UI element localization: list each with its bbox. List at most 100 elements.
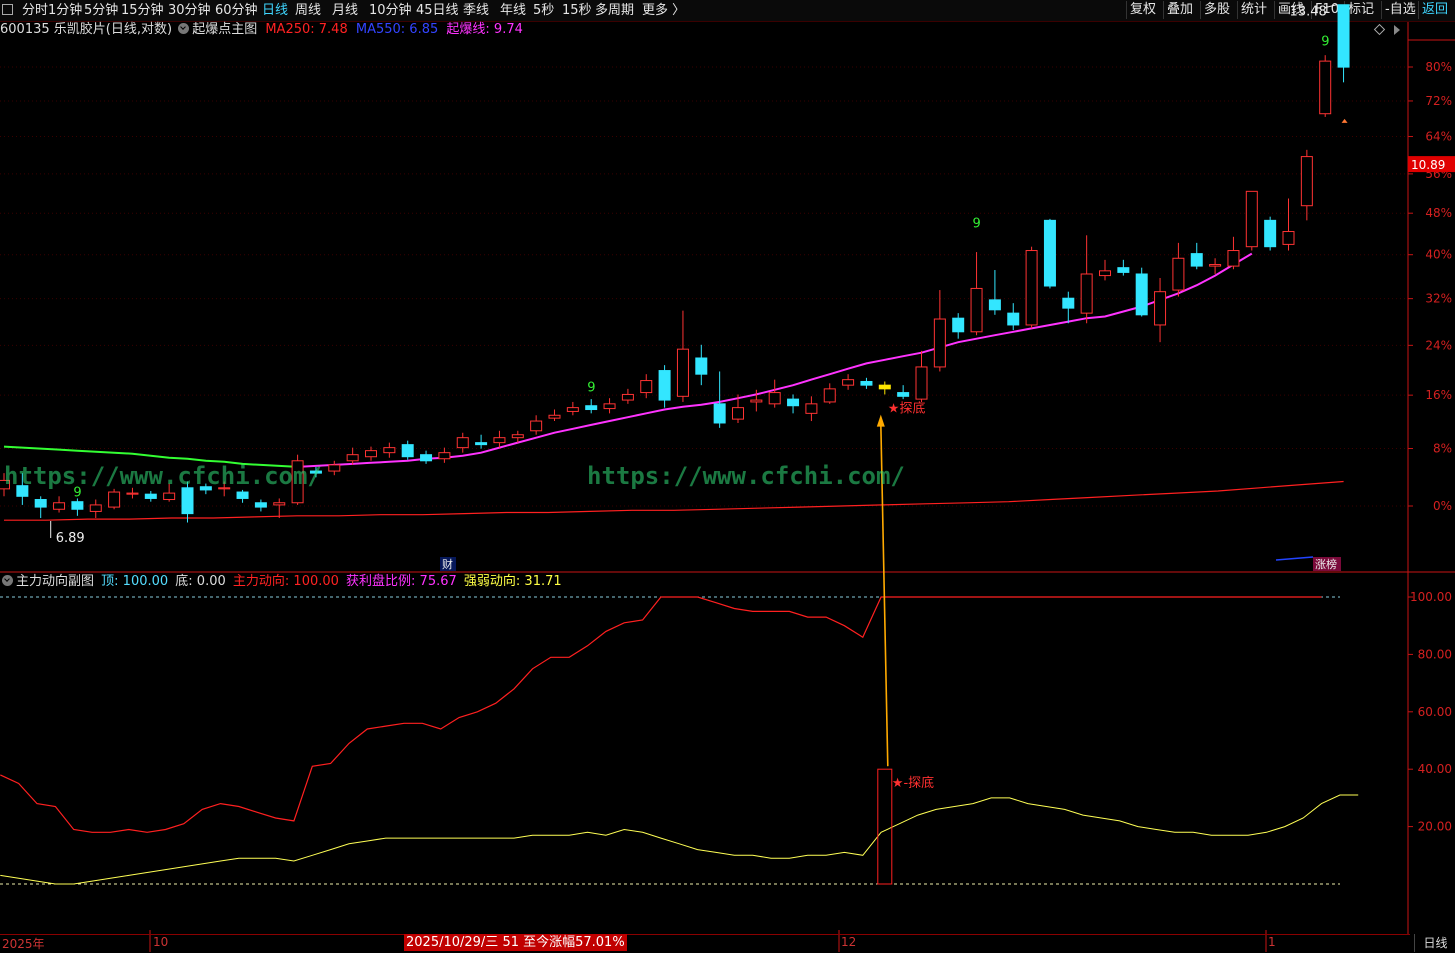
- count-nine-label: 9: [587, 380, 595, 395]
- candle-body: [621, 393, 634, 401]
- candle-body: [1062, 297, 1075, 309]
- candle-body: [1190, 253, 1203, 267]
- candle-body: [805, 403, 818, 414]
- candle-body: [915, 366, 928, 400]
- y-axis-label: 24%: [1425, 338, 1452, 352]
- expand-icon[interactable]: [1394, 25, 1400, 35]
- candle-body: [346, 454, 359, 462]
- candle-body: [933, 318, 946, 368]
- count-nine-label: 9: [973, 217, 981, 232]
- date-tick: 1: [1268, 935, 1276, 949]
- blue-volume-line: [1275, 556, 1314, 561]
- signal-bar: [877, 768, 893, 885]
- diamond-icon[interactable]: [1373, 23, 1386, 36]
- candle-body: [1300, 156, 1313, 207]
- candle-body: [1099, 270, 1111, 277]
- signal-label-sub: ★-探底: [892, 775, 934, 791]
- candle-body: [768, 392, 781, 405]
- y-axis-label: 80%: [1425, 60, 1452, 74]
- marker-triangle: [1341, 118, 1348, 123]
- sub-y-axis-label: 80.00: [1418, 647, 1452, 661]
- candle-body: [878, 384, 891, 390]
- candle-body: [236, 491, 249, 499]
- candle-body: [1025, 250, 1038, 326]
- candle-body: [1154, 291, 1167, 326]
- candle-body: [438, 452, 451, 460]
- candle-body: [676, 348, 689, 397]
- y-axis-label: 48%: [1425, 206, 1452, 220]
- candle-body: [1209, 264, 1222, 267]
- candle-body: [1227, 250, 1240, 267]
- candle-body: [988, 299, 1001, 311]
- candle-body: [787, 398, 800, 407]
- candle-body: [603, 403, 616, 410]
- count-nine-label: 9: [1321, 34, 1329, 49]
- candle-body: [163, 492, 176, 501]
- period-button[interactable]: 日线: [1414, 934, 1455, 952]
- candle-body: [585, 405, 598, 411]
- watermark-left: https://www.cfchi.com/: [4, 462, 322, 490]
- candle-body: [71, 501, 84, 510]
- y-axis-label: 0%: [1433, 499, 1452, 513]
- main-force-line: [0, 596, 1322, 833]
- sub-y-axis-label: 40.00: [1418, 762, 1452, 776]
- fin-badge: 财: [442, 557, 453, 571]
- candle-body: [732, 407, 744, 420]
- candle-body: [713, 403, 726, 424]
- candle-body: [34, 499, 47, 508]
- candle-body: [126, 492, 139, 495]
- candle-body: [53, 502, 66, 510]
- date-tick: 2025年: [2, 937, 45, 951]
- sub-y-axis-label: 20.00: [1418, 820, 1452, 834]
- date-tick: 12: [841, 935, 857, 949]
- candle-body: [842, 379, 855, 386]
- candle-body: [383, 447, 396, 454]
- candle-body: [897, 392, 910, 397]
- watermark-center: https://www.cfchi.com/: [587, 462, 905, 490]
- candle-body: [420, 454, 433, 462]
- signal-label-main: ★探底: [888, 401, 926, 417]
- candle-body: [952, 317, 965, 333]
- candle-body: [823, 388, 836, 403]
- candle-body: [456, 437, 469, 449]
- sub-y-axis-label: 100.00: [1410, 590, 1452, 604]
- date-cursor-label: 2025/10/29/三 51 至今涨幅57.01%: [404, 934, 627, 951]
- ma-magenta-line: [297, 252, 1253, 468]
- candle-body: [144, 493, 157, 499]
- low-price-label: 6.89: [56, 531, 85, 546]
- high-price-label: 13.48: [1290, 5, 1327, 20]
- candle-body: [1117, 267, 1130, 273]
- candle-body: [658, 370, 671, 401]
- candle-body: [1264, 219, 1277, 248]
- candle-body: [328, 464, 341, 472]
- candle-body: [1135, 273, 1148, 316]
- candle-body: [530, 420, 543, 432]
- candle-body: [1080, 273, 1093, 314]
- candle-body: [273, 502, 286, 506]
- candle-body: [970, 287, 983, 333]
- y-axis-label: 16%: [1425, 388, 1452, 402]
- candle-body: [511, 434, 524, 439]
- candle-body: [493, 437, 506, 444]
- y-axis-label: 72%: [1425, 94, 1452, 108]
- candle-body: [401, 444, 414, 458]
- candle-body: [1282, 231, 1295, 245]
- candle-body: [254, 502, 267, 508]
- candle-body: [365, 450, 377, 458]
- candle-body: [750, 399, 763, 403]
- candle-body: [181, 487, 194, 515]
- candle-body: [475, 442, 488, 446]
- candle-body: [1245, 190, 1258, 248]
- date-tick: 10: [153, 935, 169, 949]
- candle-body: [1172, 257, 1185, 291]
- date-axis: [0, 934, 1410, 953]
- signal-arrow-head: [876, 414, 885, 427]
- sub-y-axis-label: 60.00: [1418, 705, 1452, 719]
- limit-badge: 涨榜: [1315, 557, 1337, 571]
- candle-body: [1043, 219, 1056, 287]
- y-axis-label: 32%: [1425, 292, 1452, 306]
- candle-body: [89, 504, 102, 512]
- y-axis-label: 64%: [1425, 130, 1452, 144]
- candle-body: [548, 414, 561, 419]
- candle-body: [566, 407, 579, 412]
